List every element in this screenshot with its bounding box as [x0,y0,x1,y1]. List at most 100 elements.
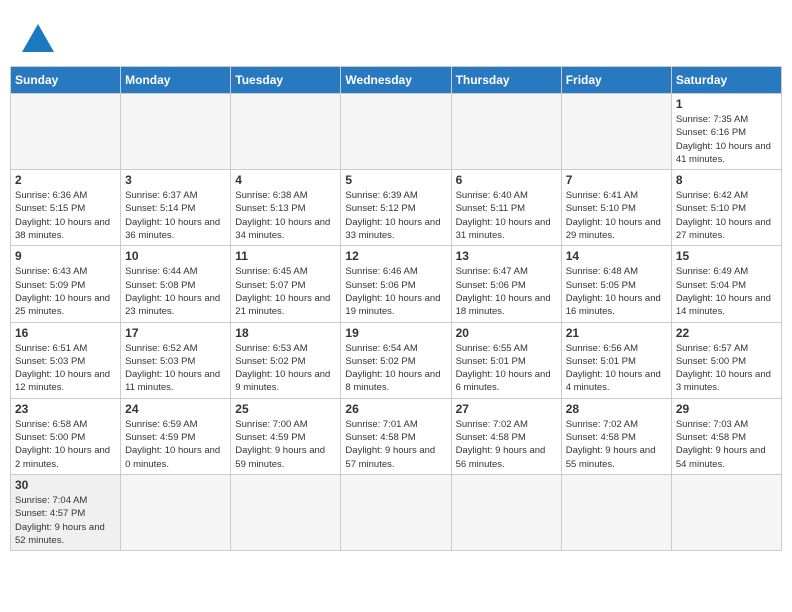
day-info: Sunrise: 6:46 AM Sunset: 5:06 PM Dayligh… [345,265,446,318]
calendar-day-cell: 1 Sunrise: 7:35 AM Sunset: 6:16 PM Dayli… [671,94,781,170]
day-number: 11 [235,249,336,263]
day-info: Sunrise: 6:49 AM Sunset: 5:04 PM Dayligh… [676,265,777,318]
day-number: 5 [345,173,446,187]
calendar-day-cell: 12 Sunrise: 6:46 AM Sunset: 5:06 PM Dayl… [341,246,451,322]
day-number: 1 [676,97,777,111]
calendar-day-cell: 13 Sunrise: 6:47 AM Sunset: 5:06 PM Dayl… [451,246,561,322]
calendar-day-cell: 10 Sunrise: 6:44 AM Sunset: 5:08 PM Dayl… [121,246,231,322]
day-info: Sunrise: 6:52 AM Sunset: 5:03 PM Dayligh… [125,342,226,395]
day-number: 28 [566,402,667,416]
day-info: Sunrise: 6:40 AM Sunset: 5:11 PM Dayligh… [456,189,557,242]
day-info: Sunrise: 7:00 AM Sunset: 4:59 PM Dayligh… [235,418,336,471]
calendar-day-cell: 18 Sunrise: 6:53 AM Sunset: 5:02 PM Dayl… [231,322,341,398]
calendar-day-cell: 7 Sunrise: 6:41 AM Sunset: 5:10 PM Dayli… [561,170,671,246]
calendar-day-cell [121,94,231,170]
weekday-header: Friday [561,67,671,94]
day-number: 21 [566,326,667,340]
day-info: Sunrise: 6:42 AM Sunset: 5:10 PM Dayligh… [676,189,777,242]
day-number: 2 [15,173,116,187]
calendar-day-cell [341,474,451,550]
calendar-day-cell: 30 Sunrise: 7:04 AM Sunset: 4:57 PM Dayl… [11,474,121,550]
day-info: Sunrise: 6:36 AM Sunset: 5:15 PM Dayligh… [15,189,116,242]
calendar-day-cell: 5 Sunrise: 6:39 AM Sunset: 5:12 PM Dayli… [341,170,451,246]
day-info: Sunrise: 6:51 AM Sunset: 5:03 PM Dayligh… [15,342,116,395]
calendar-day-cell: 19 Sunrise: 6:54 AM Sunset: 5:02 PM Dayl… [341,322,451,398]
calendar-day-cell: 4 Sunrise: 6:38 AM Sunset: 5:13 PM Dayli… [231,170,341,246]
day-info: Sunrise: 6:55 AM Sunset: 5:01 PM Dayligh… [456,342,557,395]
day-number: 17 [125,326,226,340]
calendar-day-cell [11,94,121,170]
day-info: Sunrise: 6:44 AM Sunset: 5:08 PM Dayligh… [125,265,226,318]
day-info: Sunrise: 6:48 AM Sunset: 5:05 PM Dayligh… [566,265,667,318]
day-info: Sunrise: 6:59 AM Sunset: 4:59 PM Dayligh… [125,418,226,471]
day-number: 24 [125,402,226,416]
day-number: 29 [676,402,777,416]
calendar-day-cell: 8 Sunrise: 6:42 AM Sunset: 5:10 PM Dayli… [671,170,781,246]
calendar-day-cell: 6 Sunrise: 6:40 AM Sunset: 5:11 PM Dayli… [451,170,561,246]
day-info: Sunrise: 7:35 AM Sunset: 6:16 PM Dayligh… [676,113,777,166]
day-info: Sunrise: 6:43 AM Sunset: 5:09 PM Dayligh… [15,265,116,318]
day-info: Sunrise: 6:53 AM Sunset: 5:02 PM Dayligh… [235,342,336,395]
day-info: Sunrise: 6:38 AM Sunset: 5:13 PM Dayligh… [235,189,336,242]
calendar-day-cell: 9 Sunrise: 6:43 AM Sunset: 5:09 PM Dayli… [11,246,121,322]
day-number: 22 [676,326,777,340]
day-number: 30 [15,478,116,492]
day-number: 9 [15,249,116,263]
calendar-week-row: 16 Sunrise: 6:51 AM Sunset: 5:03 PM Dayl… [11,322,782,398]
day-number: 13 [456,249,557,263]
logo-icon [20,20,56,56]
day-info: Sunrise: 6:47 AM Sunset: 5:06 PM Dayligh… [456,265,557,318]
calendar-week-row: 30 Sunrise: 7:04 AM Sunset: 4:57 PM Dayl… [11,474,782,550]
calendar-day-cell: 21 Sunrise: 6:56 AM Sunset: 5:01 PM Dayl… [561,322,671,398]
day-number: 6 [456,173,557,187]
calendar-day-cell [341,94,451,170]
calendar-body: 1 Sunrise: 7:35 AM Sunset: 6:16 PM Dayli… [11,94,782,551]
calendar-day-cell: 15 Sunrise: 6:49 AM Sunset: 5:04 PM Dayl… [671,246,781,322]
logo [20,20,60,56]
day-number: 4 [235,173,336,187]
day-info: Sunrise: 7:01 AM Sunset: 4:58 PM Dayligh… [345,418,446,471]
day-info: Sunrise: 7:02 AM Sunset: 4:58 PM Dayligh… [566,418,667,471]
calendar-week-row: 2 Sunrise: 6:36 AM Sunset: 5:15 PM Dayli… [11,170,782,246]
calendar: SundayMondayTuesdayWednesdayThursdayFrid… [10,66,782,551]
day-number: 12 [345,249,446,263]
calendar-day-cell: 28 Sunrise: 7:02 AM Sunset: 4:58 PM Dayl… [561,398,671,474]
header [10,10,782,62]
day-number: 8 [676,173,777,187]
calendar-day-cell: 23 Sunrise: 6:58 AM Sunset: 5:00 PM Dayl… [11,398,121,474]
calendar-day-cell: 27 Sunrise: 7:02 AM Sunset: 4:58 PM Dayl… [451,398,561,474]
calendar-day-cell [231,94,341,170]
calendar-week-row: 23 Sunrise: 6:58 AM Sunset: 5:00 PM Dayl… [11,398,782,474]
weekday-header: Tuesday [231,67,341,94]
calendar-day-cell: 22 Sunrise: 6:57 AM Sunset: 5:00 PM Dayl… [671,322,781,398]
weekday-header: Sunday [11,67,121,94]
day-number: 18 [235,326,336,340]
day-number: 25 [235,402,336,416]
calendar-week-row: 1 Sunrise: 7:35 AM Sunset: 6:16 PM Dayli… [11,94,782,170]
calendar-day-cell: 11 Sunrise: 6:45 AM Sunset: 5:07 PM Dayl… [231,246,341,322]
day-info: Sunrise: 7:02 AM Sunset: 4:58 PM Dayligh… [456,418,557,471]
day-info: Sunrise: 7:03 AM Sunset: 4:58 PM Dayligh… [676,418,777,471]
day-info: Sunrise: 6:37 AM Sunset: 5:14 PM Dayligh… [125,189,226,242]
calendar-day-cell: 25 Sunrise: 7:00 AM Sunset: 4:59 PM Dayl… [231,398,341,474]
calendar-day-cell [671,474,781,550]
weekday-header: Thursday [451,67,561,94]
weekday-header: Monday [121,67,231,94]
weekday-header: Wednesday [341,67,451,94]
day-number: 23 [15,402,116,416]
calendar-day-cell [561,94,671,170]
day-info: Sunrise: 6:57 AM Sunset: 5:00 PM Dayligh… [676,342,777,395]
day-info: Sunrise: 6:41 AM Sunset: 5:10 PM Dayligh… [566,189,667,242]
calendar-day-cell [451,474,561,550]
weekday-header: Saturday [671,67,781,94]
calendar-day-cell: 26 Sunrise: 7:01 AM Sunset: 4:58 PM Dayl… [341,398,451,474]
calendar-day-cell: 16 Sunrise: 6:51 AM Sunset: 5:03 PM Dayl… [11,322,121,398]
day-info: Sunrise: 6:58 AM Sunset: 5:00 PM Dayligh… [15,418,116,471]
day-number: 20 [456,326,557,340]
day-number: 15 [676,249,777,263]
day-info: Sunrise: 7:04 AM Sunset: 4:57 PM Dayligh… [15,494,116,547]
day-number: 16 [15,326,116,340]
calendar-day-cell: 14 Sunrise: 6:48 AM Sunset: 5:05 PM Dayl… [561,246,671,322]
day-number: 27 [456,402,557,416]
day-info: Sunrise: 6:54 AM Sunset: 5:02 PM Dayligh… [345,342,446,395]
